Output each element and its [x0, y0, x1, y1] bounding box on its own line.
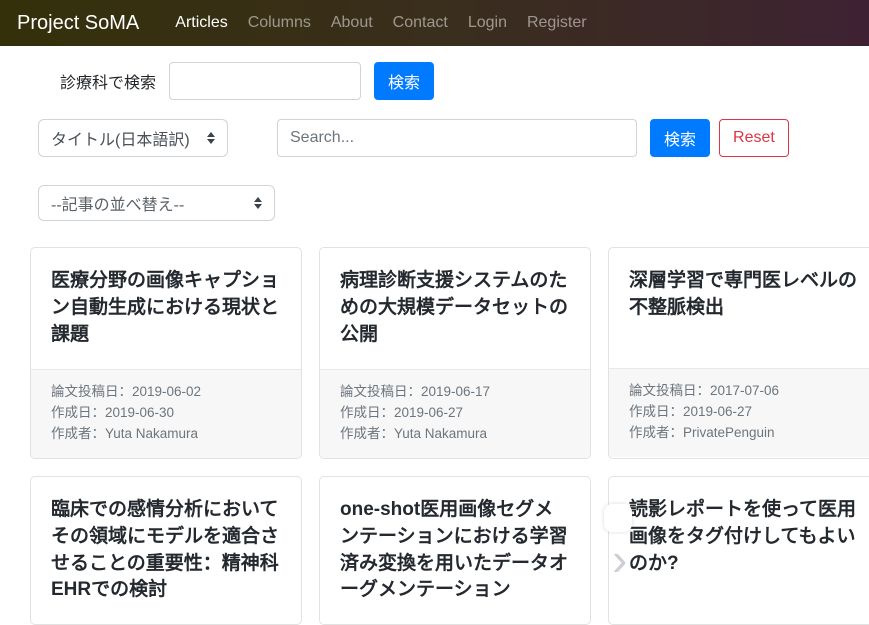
article-search-form: タイトル(日本語訳) 検索 Reset [38, 119, 869, 157]
card-footer: 論文投稿日：2019-06-17 作成日：2019-06-27 作成者：Yuta… [320, 369, 590, 458]
brand-logo[interactable]: Project SoMA [17, 12, 139, 35]
article-card[interactable]: 深層学習で専門医レベルの不整脈検出 論文投稿日：2017-07-06 作成日：2… [608, 247, 869, 459]
article-card[interactable]: 臨床での感情分析においてその領域にモデルを適合させることの重要性：精神科EHRで… [30, 476, 302, 625]
card-body: one-shot医用画像セグメンテーションにおける学習済み変換を用いたデータオー… [320, 477, 590, 625]
article-author: 作成者：PrivatePenguin [629, 424, 859, 443]
top-navbar: Project SoMA Articles Columns About Cont… [0, 0, 869, 46]
article-created-date: 作成日：2019-06-30 [51, 404, 281, 423]
department-search-label: 診療科で検索 [60, 69, 156, 93]
article-card[interactable]: 病理診断支援システムのための大規模データセットの公開 論文投稿日：2019-06… [319, 247, 591, 459]
article-title: 医療分野の画像キャプション自動生成における現状と課題 [51, 268, 281, 349]
card-footer: 論文投稿日：2017-07-06 作成日：2019-06-27 作成者：Priv… [609, 368, 869, 457]
card-footer: 論文投稿日：2019-06-02 作成日：2019-06-30 作成者：Yuta… [31, 369, 301, 458]
article-title: 病理診断支援システムのための大規模データセットの公開 [340, 268, 570, 349]
nav-link-register[interactable]: Register [517, 14, 597, 32]
department-search-button[interactable]: 検索 [374, 62, 434, 100]
search-field-select[interactable]: タイトル(日本語訳) [38, 119, 228, 157]
search-field-selected-value: タイトル(日本語訳) [51, 126, 190, 150]
card-body: 読影レポートを使って医用画像をタグ付けしてもよいのか? [609, 477, 869, 598]
card-body: 深層学習で専門医レベルの不整脈検出 [609, 248, 869, 368]
article-submitted-date: 論文投稿日：2017-07-06 [629, 382, 859, 401]
sort-row: --記事の並べ替え-- [38, 185, 869, 221]
keyword-search-input[interactable] [277, 119, 637, 157]
next-chevron-icon[interactable]: › [612, 536, 627, 582]
updown-caret-icon [207, 132, 215, 144]
article-card[interactable]: 医療分野の画像キャプション自動生成における現状と課題 論文投稿日：2019-06… [30, 247, 302, 459]
department-search-input[interactable] [169, 62, 361, 100]
nav-links: Articles Columns About Contact Login Reg… [165, 14, 596, 32]
article-created-date: 作成日：2019-06-27 [629, 403, 859, 422]
article-submitted-date: 論文投稿日：2019-06-02 [51, 383, 281, 402]
sort-selected-value: --記事の並べ替え-- [51, 191, 184, 215]
card-body: 病理診断支援システムのための大規模データセットの公開 [320, 248, 590, 369]
article-submitted-date: 論文投稿日：2019-06-17 [340, 383, 570, 402]
nav-link-login[interactable]: Login [458, 14, 517, 32]
card-body: 医療分野の画像キャプション自動生成における現状と課題 [31, 248, 301, 369]
article-title: one-shot医用画像セグメンテーションにおける学習済み変換を用いたデータオー… [340, 497, 570, 605]
article-title: 臨床での感情分析においてその領域にモデルを適合させることの重要性：精神科EHRで… [51, 497, 281, 605]
updown-caret-icon [254, 197, 262, 209]
sort-articles-select[interactable]: --記事の並べ替え-- [38, 185, 275, 221]
article-card-grid-row-2: 臨床での感情分析においてその領域にモデルを適合させることの重要性：精神科EHRで… [0, 476, 869, 625]
article-author: 作成者：Yuta Nakamura [340, 425, 570, 444]
department-search-form: 診療科で検索 検索 [60, 62, 869, 100]
article-title: 深層学習で専門医レベルの不整脈検出 [629, 268, 859, 322]
article-title: 読影レポートを使って医用画像をタグ付けしてもよいのか? [629, 497, 859, 578]
article-created-date: 作成日：2019-06-27 [340, 404, 570, 423]
floating-button[interactable] [604, 504, 632, 532]
nav-link-columns[interactable]: Columns [238, 14, 321, 32]
article-author: 作成者：Yuta Nakamura [51, 425, 281, 444]
card-body: 臨床での感情分析においてその領域にモデルを適合させることの重要性：精神科EHRで… [31, 477, 301, 625]
nav-link-contact[interactable]: Contact [383, 14, 458, 32]
nav-link-about[interactable]: About [321, 14, 383, 32]
article-card[interactable]: 読影レポートを使って医用画像をタグ付けしてもよいのか? [608, 476, 869, 625]
keyword-search-button[interactable]: 検索 [650, 119, 710, 157]
article-card-grid-row-1: 医療分野の画像キャプション自動生成における現状と課題 論文投稿日：2019-06… [0, 247, 869, 459]
nav-link-articles[interactable]: Articles [165, 14, 237, 32]
reset-button[interactable]: Reset [719, 119, 789, 157]
article-card[interactable]: one-shot医用画像セグメンテーションにおける学習済み変換を用いたデータオー… [319, 476, 591, 625]
